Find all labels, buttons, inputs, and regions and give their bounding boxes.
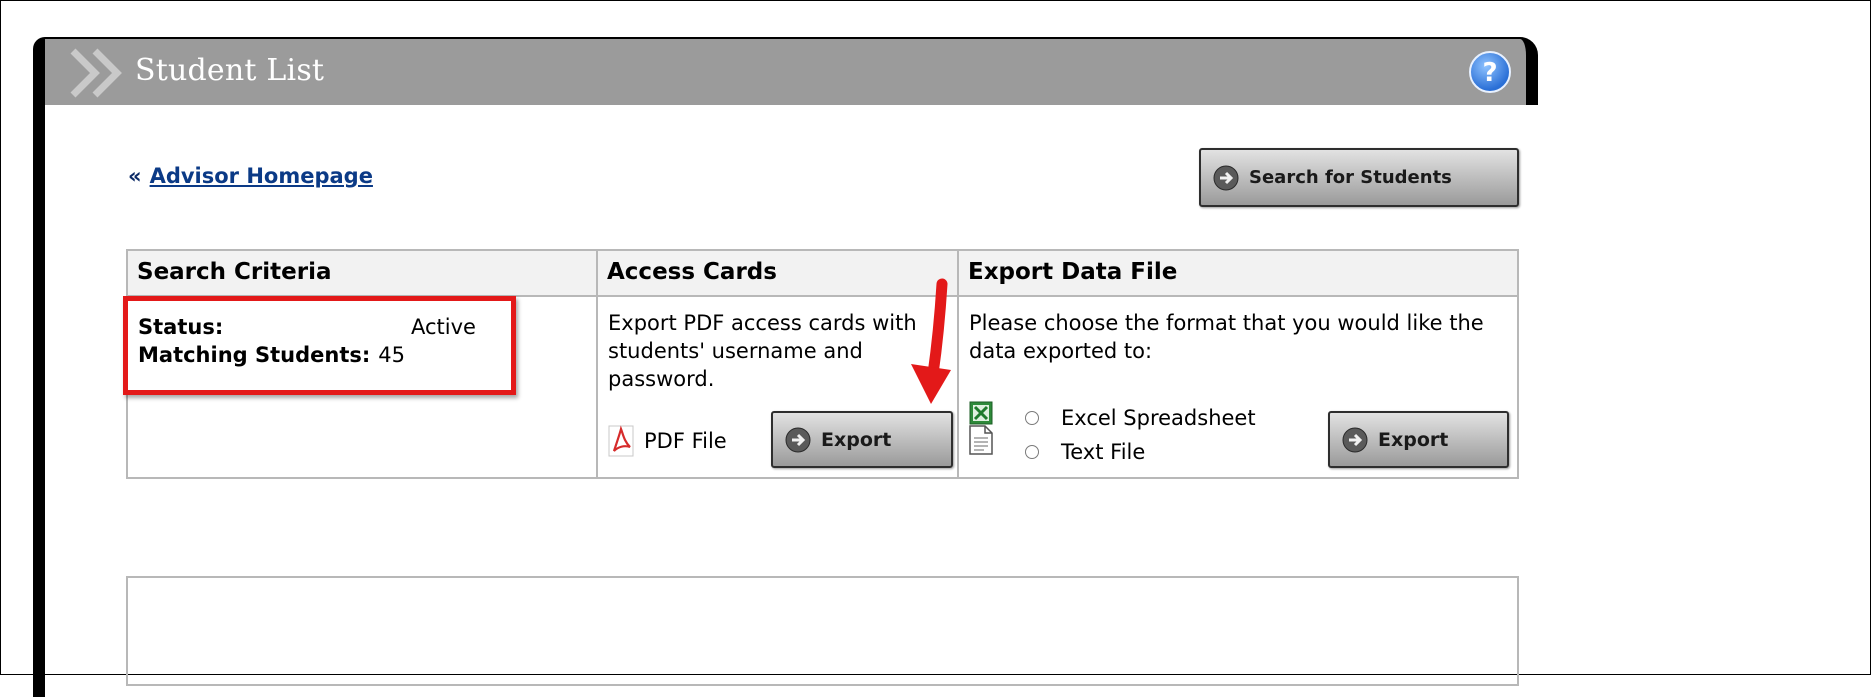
header-export-data-file: Export Data File (957, 249, 1519, 297)
pdf-icon (608, 425, 634, 457)
excel-icon (969, 401, 993, 425)
svg-text:?: ? (1482, 58, 1497, 88)
panel-left-border (33, 57, 45, 697)
export-data-label: Export (1378, 428, 1449, 451)
red-arrow-annotation (911, 278, 951, 404)
format-radio-list: Excel Spreadsheet Text File (1025, 401, 1256, 469)
excel-option: Excel Spreadsheet (1025, 401, 1256, 435)
go-arrow-icon (785, 427, 811, 453)
go-arrow-icon (1342, 427, 1368, 453)
panel-title: Student List (135, 53, 325, 88)
text-file-option-label[interactable]: Text File (1061, 435, 1145, 469)
back-arrow-glyph: « (128, 164, 142, 188)
results-section (126, 576, 1519, 686)
text-file-icon (969, 425, 993, 455)
text-file-option: Text File (1025, 435, 1256, 469)
excel-radio[interactable] (1025, 411, 1039, 425)
search-for-students-button[interactable]: Search for Students (1199, 148, 1519, 207)
pdf-file-option: PDF File (608, 425, 727, 457)
export-pdf-button[interactable]: Export (771, 411, 953, 468)
highlight-box (123, 296, 516, 395)
advisor-homepage-link[interactable]: « Advisor Homepage (128, 164, 373, 188)
go-arrow-icon (1213, 165, 1239, 191)
search-for-students-label: Search for Students (1249, 167, 1452, 188)
help-icon[interactable]: ? (1468, 50, 1512, 94)
panel-header: Student List ? (33, 37, 1538, 105)
header-search-criteria: Search Criteria (126, 249, 598, 297)
advisor-homepage-label[interactable]: Advisor Homepage (150, 164, 373, 188)
export-pdf-label: Export (821, 428, 892, 451)
text-file-radio[interactable] (1025, 445, 1039, 459)
chevron-double-icon (70, 48, 122, 98)
pdf-file-label: PDF File (644, 429, 727, 453)
format-icons (969, 401, 993, 455)
export-data-description: Please choose the format that you would … (969, 311, 1484, 363)
export-data-button[interactable]: Export (1328, 411, 1509, 468)
access-cards-description: Export PDF access cards with students' u… (608, 311, 917, 391)
excel-option-label[interactable]: Excel Spreadsheet (1061, 401, 1256, 435)
